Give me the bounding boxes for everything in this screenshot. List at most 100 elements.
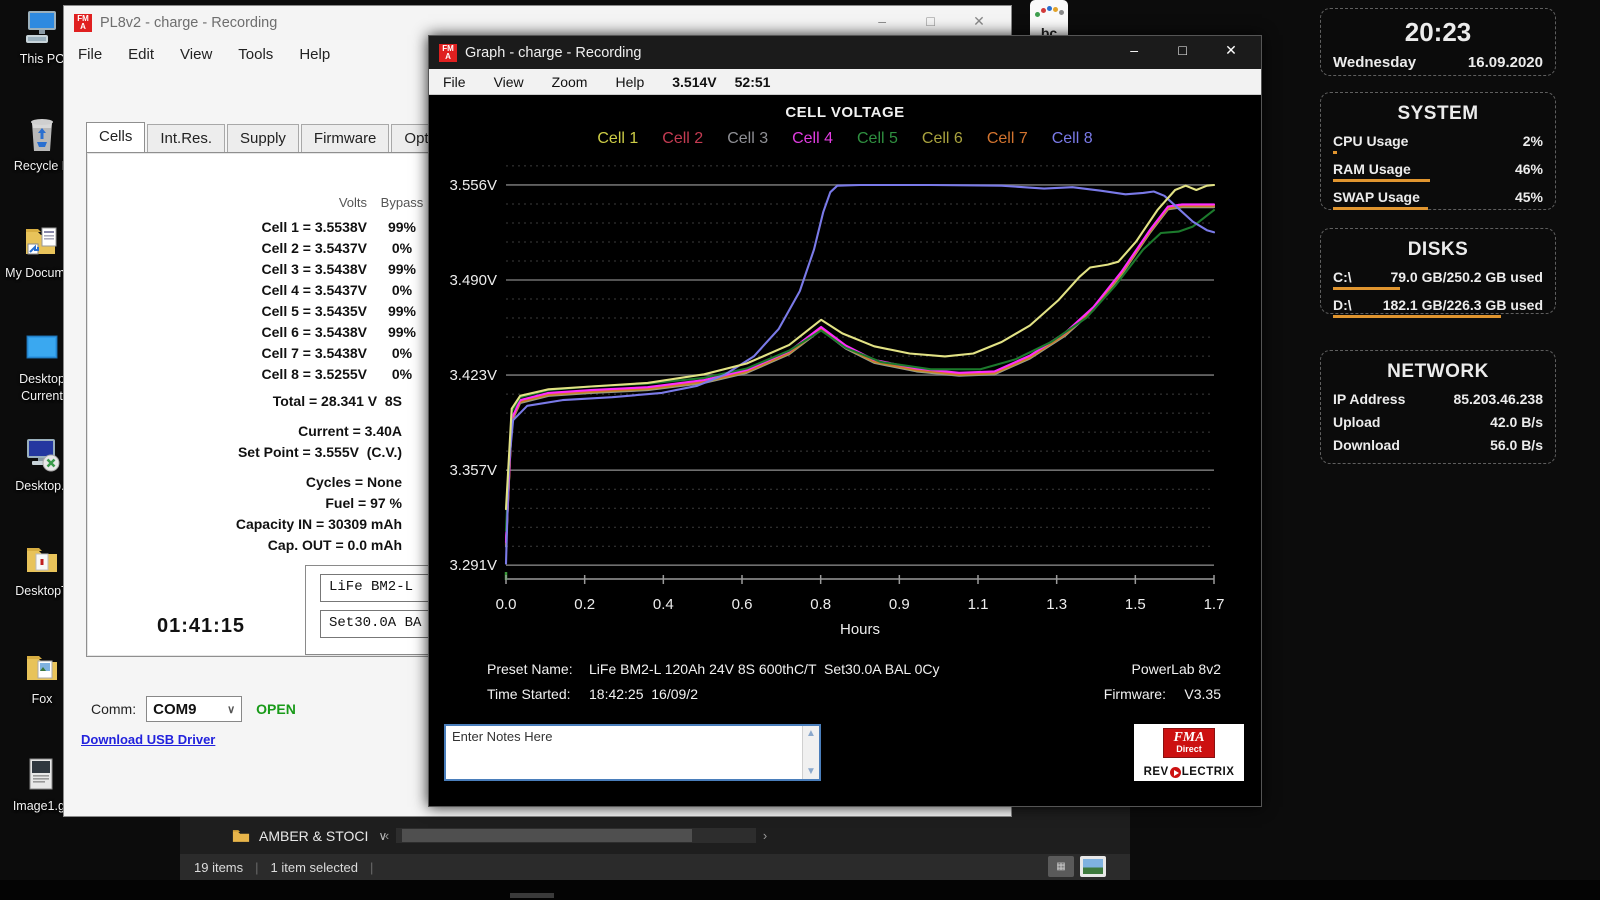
menu-view[interactable]: View — [494, 74, 524, 90]
cell-volts: Cell 3 = 3.5438V — [142, 261, 367, 277]
widget-row-label: IP Address — [1333, 391, 1405, 407]
x-axis-tick-label: 1.3 — [1046, 596, 1067, 613]
notes-placeholder[interactable]: Enter Notes Here — [446, 726, 802, 779]
comm-label: Comm: — [91, 701, 136, 717]
cell-volts: Cell 7 = 3.5438V — [142, 345, 367, 361]
x-axis-tick-label: 0.4 — [653, 596, 674, 613]
summary-capacityin: Capacity IN = 30309 mAh — [142, 516, 402, 537]
disks-row: D:\ 182.1 GB/226.3 GB used — [1333, 297, 1543, 318]
x-axis-tick-label: 0.9 — [889, 596, 910, 613]
cell-bypass: 99% — [367, 324, 437, 340]
minimize-icon[interactable]: – — [860, 13, 904, 29]
pl8v2-window-title: PL8v2 - charge - Recording — [100, 15, 277, 31]
tab-cells[interactable]: Cells — [86, 122, 145, 154]
taskbar[interactable] — [0, 880, 1600, 900]
network-row: Upload42.0 B/s — [1333, 414, 1543, 430]
explorer-status-bar: 19 items | 1 item selected | ▦ — [180, 854, 1130, 880]
tree-item-amber[interactable]: AMBER & STOCI ∨ — [232, 828, 387, 844]
widget-row-label: D:\ — [1333, 297, 1352, 313]
menu-tools[interactable]: Tools — [238, 46, 273, 63]
horizontal-scrollbar[interactable]: ‹ › — [380, 828, 772, 843]
notes-scrollbar[interactable]: ▲ ▼ — [802, 726, 819, 779]
maximize-icon[interactable]: □ — [909, 13, 953, 29]
graph-window-title: Graph - charge - Recording — [465, 45, 642, 61]
tab-intres[interactable]: Int.Res. — [147, 124, 225, 153]
summary-setpoint: Set Point = 3.555V (C.V.) — [142, 444, 402, 465]
cell-row: Cell 5 = 3.5435V99% — [142, 300, 442, 321]
selected-count: 1 item selected — [271, 860, 358, 875]
scroll-right-icon[interactable]: › — [758, 828, 772, 843]
comm-port-select[interactable]: COM9 ∨ — [146, 696, 242, 722]
download-usb-driver-link[interactable]: Download USB Driver — [81, 732, 215, 747]
scrollbar-thumb[interactable] — [402, 829, 692, 842]
fma-app-icon: FMA — [439, 44, 457, 62]
network-row: Download56.0 B/s — [1333, 437, 1543, 453]
chart-title: CELL VOLTAGE — [429, 104, 1261, 121]
legend-cell1: Cell 1 — [597, 130, 638, 148]
cell-row: Cell 3 = 3.5438V99% — [142, 258, 442, 279]
series-cell4 — [506, 204, 1214, 542]
disks-row: C:\79.0 GB/250.2 GB used — [1333, 269, 1543, 290]
minimize-icon[interactable]: – — [1112, 42, 1156, 58]
widget-row-label: C:\ — [1333, 269, 1352, 285]
widget-row-label: Download — [1333, 437, 1400, 453]
network-widget: NETWORK IP Address85.203.46.238Upload42.… — [1320, 350, 1556, 464]
cell-volts: Cell 1 = 3.5538V — [142, 219, 367, 235]
clock-time: 20:23 — [1333, 17, 1543, 48]
x-axis-tick-label: 1.7 — [1204, 596, 1225, 613]
menu-edit[interactable]: Edit — [128, 46, 154, 63]
scroll-down-icon[interactable]: ▼ — [806, 766, 816, 777]
pl8v2-tabs: CellsInt.Res.SupplyFirmwareOptions — [86, 121, 471, 153]
series-cell5 — [506, 210, 1214, 530]
firmware-label: Firmware: — [1104, 686, 1166, 702]
cell-bypass: 99% — [367, 219, 437, 235]
y-axis-tick-label: 3.423V — [449, 367, 497, 384]
close-icon[interactable]: ✕ — [1209, 42, 1253, 59]
fma-revolectrix-logo: FMA Direct REVLECTRIX — [1134, 724, 1244, 781]
widget-row-value: 46% — [1515, 161, 1543, 177]
x-axis-tick-label: 1.1 — [968, 596, 989, 613]
widget-row-value: 42.0 B/s — [1490, 414, 1543, 430]
charge-summary: Total = 28.341 V 8SCurrent = 3.40ASet Po… — [142, 381, 442, 558]
close-icon[interactable]: ✕ — [957, 13, 1001, 30]
scroll-up-icon[interactable]: ▲ — [806, 728, 816, 739]
scrollbar-track[interactable] — [396, 828, 756, 843]
clock-day: Wednesday — [1333, 54, 1416, 71]
menu-file[interactable]: File — [443, 74, 466, 90]
widget-row-label: SWAP Usage — [1333, 189, 1420, 205]
device-name: PowerLab 8v2 — [1131, 661, 1221, 677]
scroll-left-icon[interactable]: ‹ — [380, 828, 394, 843]
time-started-value: 18:42:25 16/09/2 — [589, 686, 698, 702]
details-view-button[interactable]: ▦ — [1048, 856, 1074, 877]
system-widget: SYSTEM CPU Usage2%RAM Usage46%SWAP Usage… — [1320, 92, 1556, 210]
cell-bypass: 0% — [367, 366, 437, 382]
summary-current: Current = 3.40A — [142, 423, 402, 444]
menu-help[interactable]: Help — [299, 46, 330, 63]
x-axis-tick-label: 1.5 — [1125, 596, 1146, 613]
menu-zoom[interactable]: Zoom — [552, 74, 588, 90]
chart-legend: Cell 1Cell 2Cell 3Cell 4Cell 5Cell 6Cell… — [429, 130, 1261, 148]
desktop: This PCRecycle BMy DocumenDesktop Curren… — [0, 0, 1600, 900]
items-count: 19 items — [194, 860, 243, 875]
widget-row-value: 85.203.46.238 — [1453, 391, 1543, 407]
usage-bar — [1333, 207, 1543, 210]
thumbnail-view-button[interactable] — [1080, 856, 1106, 877]
chevron-down-icon: ∨ — [227, 703, 235, 716]
maximize-icon[interactable]: □ — [1161, 42, 1205, 58]
comm-status: OPEN — [256, 701, 296, 717]
widget-row-value: 182.1 GB/226.3 GB used — [1383, 297, 1543, 313]
menu-help[interactable]: Help — [615, 74, 644, 90]
graph-titlebar[interactable]: FMA Graph - charge - Recording – □ ✕ — [429, 36, 1261, 69]
disks-widget: DISKS C:\79.0 GB/250.2 GB usedD:\182.1 G… — [1320, 228, 1556, 314]
widget-row-value: 45% — [1515, 189, 1543, 205]
system-row: RAM Usage46% — [1333, 161, 1543, 182]
bc-icon-dots — [1035, 5, 1063, 17]
tab-supply[interactable]: Supply — [227, 124, 299, 153]
menu-file[interactable]: File — [78, 46, 102, 63]
menu-view[interactable]: View — [180, 46, 212, 63]
notes-box[interactable]: Enter Notes Here ▲ ▼ — [444, 724, 821, 781]
mydoc-icon — [22, 222, 62, 262]
screen-icon — [22, 328, 62, 368]
clock-date: 16.09.2020 — [1468, 54, 1543, 71]
tab-firmware[interactable]: Firmware — [301, 124, 390, 153]
